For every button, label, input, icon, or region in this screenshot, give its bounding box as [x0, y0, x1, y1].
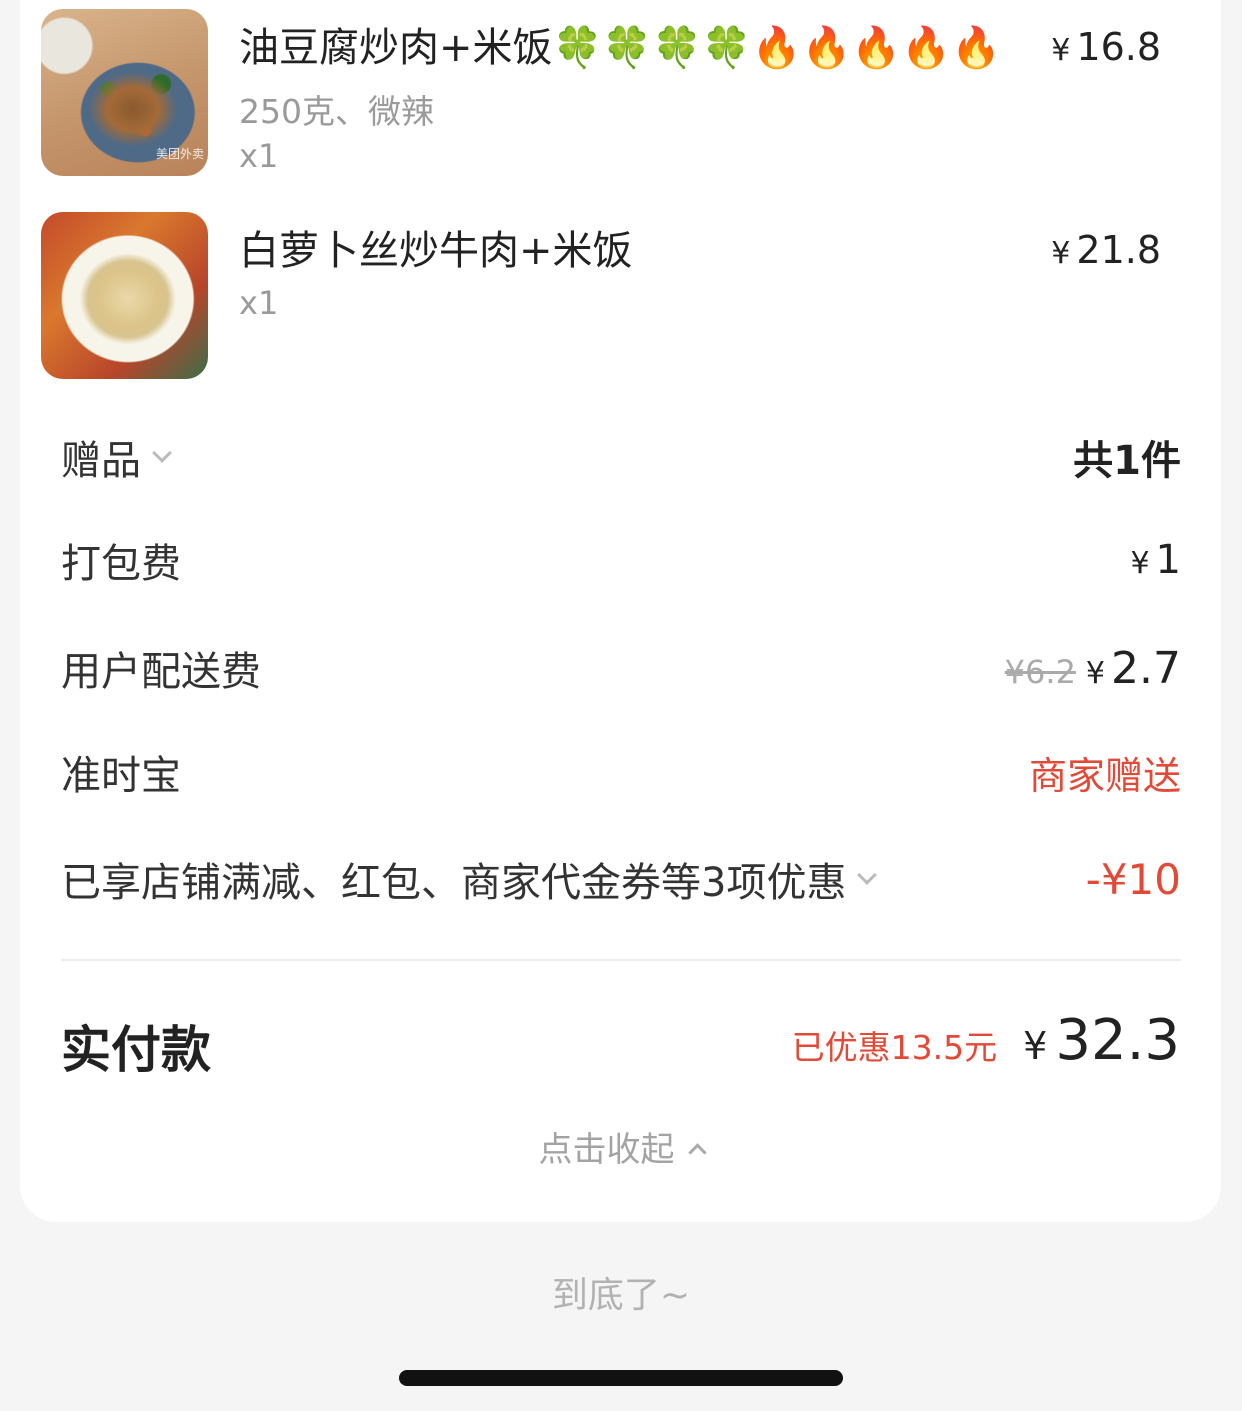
collapse-button[interactable]: 点击收起 [0, 1122, 1242, 1171]
end-of-list-text: 到底了~ [551, 1275, 691, 1316]
item-spec: 250克、微辣 [239, 92, 434, 131]
food-thumbnail[interactable]: 美团外卖 [41, 9, 208, 176]
item-quantity: x1 [239, 137, 279, 175]
gift-row[interactable]: 赠品 共1件 [61, 427, 1181, 487]
item-name: 白萝卜丝炒牛肉+米饭 [239, 228, 633, 274]
order-item: 美团外卖 油豆腐炒肉+米饭🍀🍀🍀🍀🔥🔥🔥🔥🔥 250克、微辣 x1 ¥16.8 [41, 9, 1161, 177]
saved-amount: 已优惠13.5元 [791, 1028, 998, 1067]
currency-symbol: ¥ [1130, 546, 1150, 581]
currency-symbol: ¥ [1023, 1024, 1048, 1068]
price-value: 16.8 [1076, 25, 1161, 69]
discount-row[interactable]: 已享店铺满减、红包、商家代金券等3项优惠 -¥10 [61, 849, 1181, 909]
chevron-down-icon[interactable] [152, 443, 172, 463]
order-item: 白萝卜丝炒牛肉+米饭 x1 ¥21.8 [41, 212, 1161, 380]
total-label: 实付款 [61, 1021, 211, 1079]
item-price: ¥16.8 [1051, 25, 1161, 69]
total-amount: 已优惠13.5元 ¥32.3 [792, 1008, 1180, 1073]
total-price: ¥32.3 [1023, 1008, 1180, 1073]
currency-symbol: ¥ [1085, 655, 1106, 691]
item-price: ¥21.8 [1051, 228, 1161, 272]
ontime-value: 商家赠送 [1028, 753, 1181, 798]
chevron-down-icon[interactable] [857, 865, 878, 885]
home-indicator[interactable] [399, 1370, 843, 1386]
currency-symbol: ¥ [1051, 236, 1071, 271]
packing-fee-row: 打包费 ¥1 [61, 530, 1181, 590]
gift-label: 赠品 [61, 438, 141, 484]
item-name: 油豆腐炒肉+米饭🍀🍀🍀🍀🔥🔥🔥🔥🔥 [239, 25, 1001, 71]
ontime-label: 准时宝 [61, 753, 181, 799]
packing-fee-amount: 1 [1155, 537, 1181, 583]
discount-value: -¥10 [1085, 854, 1181, 904]
packing-fee-label: 打包费 [61, 541, 181, 587]
delivery-fee-value: ¥6.2 ¥2.7 [1005, 643, 1181, 694]
delivery-fee-amount: 2.7 [1111, 642, 1181, 694]
packing-fee-value: ¥1 [1130, 537, 1181, 583]
ontime-row: 准时宝 商家赠送 [61, 742, 1181, 802]
total-price-value: 32.3 [1055, 1008, 1180, 1073]
thumbnail-watermark: 美团外卖 [155, 147, 204, 161]
gift-count: 共1件 [1073, 438, 1181, 484]
discount-label: 已享店铺满减、红包、商家代金券等3项优惠 [61, 860, 847, 906]
currency-symbol: ¥ [1051, 33, 1071, 68]
price-value: 21.8 [1076, 228, 1161, 272]
delivery-fee-row: 用户配送费 ¥6.2 ¥2.7 [61, 638, 1181, 698]
item-quantity: x1 [239, 284, 279, 322]
chevron-up-icon [687, 1143, 707, 1162]
original-delivery-fee: ¥6.2 [1004, 652, 1076, 691]
divider [61, 959, 1181, 961]
collapse-label: 点击收起 [538, 1130, 675, 1170]
delivery-fee-label: 用户配送费 [61, 649, 261, 695]
food-thumbnail[interactable] [41, 212, 208, 379]
